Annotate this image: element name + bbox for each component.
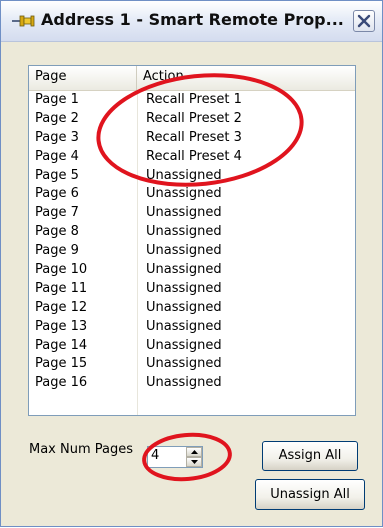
action-cell: Unassigned (146, 280, 222, 296)
page-cell: Page 16 (35, 375, 88, 391)
list-rows: Page 1 Recall Preset 1 Page 2 Recall Preset… (29, 91, 355, 393)
page-cell: Page 15 (35, 356, 88, 372)
list-item[interactable]: Page 8 Unassigned (29, 223, 355, 242)
window-title: Address 1 - Smart Remote Prop... (41, 10, 344, 29)
page-cell: Page 8 (35, 224, 79, 240)
column-header-action[interactable]: Action (137, 66, 355, 90)
page-cell: Page 14 (35, 337, 88, 353)
list-item[interactable]: Page 1 Recall Preset 1 (29, 91, 355, 110)
unassign-all-button[interactable]: Unassign All (255, 479, 365, 510)
max-num-pages-label: Max Num Pages (29, 442, 134, 457)
page-cell: Page 6 (35, 186, 79, 202)
action-cell: Unassigned (146, 167, 222, 183)
list-item[interactable]: Page 3 Recall Preset 3 (29, 129, 355, 148)
list-item[interactable]: Page 15 Unassigned (29, 355, 355, 374)
max-num-pages-value[interactable]: 4 (151, 448, 159, 463)
action-cell: Unassigned (146, 299, 222, 315)
action-cell: Unassigned (146, 375, 222, 391)
action-cell: Unassigned (146, 262, 222, 278)
properties-window: Address 1 - Smart Remote Prop... Page Ac… (0, 0, 383, 527)
page-action-list[interactable]: Page Action Page 1 Recall Preset 1 Page 2 R… (28, 65, 356, 416)
action-cell: Recall Preset 2 (146, 110, 242, 126)
close-button[interactable] (353, 10, 375, 32)
list-item[interactable]: Page 13 Unassigned (29, 318, 355, 337)
action-cell: Unassigned (146, 224, 222, 240)
spin-down-button[interactable] (186, 457, 202, 467)
action-cell: Unassigned (146, 243, 222, 259)
action-cell: Unassigned (146, 186, 222, 202)
page-cell: Page 12 (35, 299, 88, 315)
spin-up-button[interactable] (186, 447, 202, 457)
list-item[interactable]: Page 9 Unassigned (29, 242, 355, 261)
list-item[interactable]: Page 11 Unassigned (29, 280, 355, 299)
page-cell: Page 1 (35, 92, 79, 107)
list-item[interactable]: Page 5 Unassigned (29, 167, 355, 186)
page-cell: Page 11 (35, 280, 88, 296)
page-cell: Page 3 (35, 129, 79, 145)
action-cell: Recall Preset 1 (146, 92, 242, 107)
action-cell: Unassigned (146, 356, 222, 372)
page-cell: Page 2 (35, 110, 79, 126)
assign-all-button[interactable]: Assign All (262, 441, 358, 471)
max-num-pages-spinner[interactable]: 4 (147, 446, 203, 468)
list-item[interactable]: Page 16 Unassigned (29, 374, 355, 393)
action-cell: Recall Preset 3 (146, 129, 242, 145)
list-item[interactable]: Page 14 Unassigned (29, 337, 355, 356)
list-item[interactable]: Page 2 Recall Preset 2 (29, 110, 355, 129)
list-header: Page Action (29, 66, 355, 91)
page-cell: Page 7 (35, 205, 79, 221)
list-item[interactable]: Page 10 Unassigned (29, 261, 355, 280)
page-cell: Page 5 (35, 167, 79, 183)
page-cell: Page 9 (35, 243, 79, 259)
column-header-page[interactable]: Page (29, 66, 137, 90)
list-item[interactable]: Page 12 Unassigned (29, 299, 355, 318)
page-cell: Page 10 (35, 262, 88, 278)
page-cell: Page 13 (35, 318, 88, 334)
action-cell: Unassigned (146, 337, 222, 353)
list-item[interactable]: Page 4 Recall Preset 4 (29, 148, 355, 167)
action-cell: Unassigned (146, 205, 222, 221)
list-item[interactable]: Page 6 Unassigned (29, 185, 355, 204)
action-cell: Unassigned (146, 318, 222, 334)
action-cell: Recall Preset 4 (146, 148, 242, 164)
title-bar[interactable]: Address 1 - Smart Remote Prop... (1, 1, 382, 42)
list-item[interactable]: Page 7 Unassigned (29, 204, 355, 223)
page-cell: Page 4 (35, 148, 79, 164)
pushpin-icon (11, 12, 35, 30)
